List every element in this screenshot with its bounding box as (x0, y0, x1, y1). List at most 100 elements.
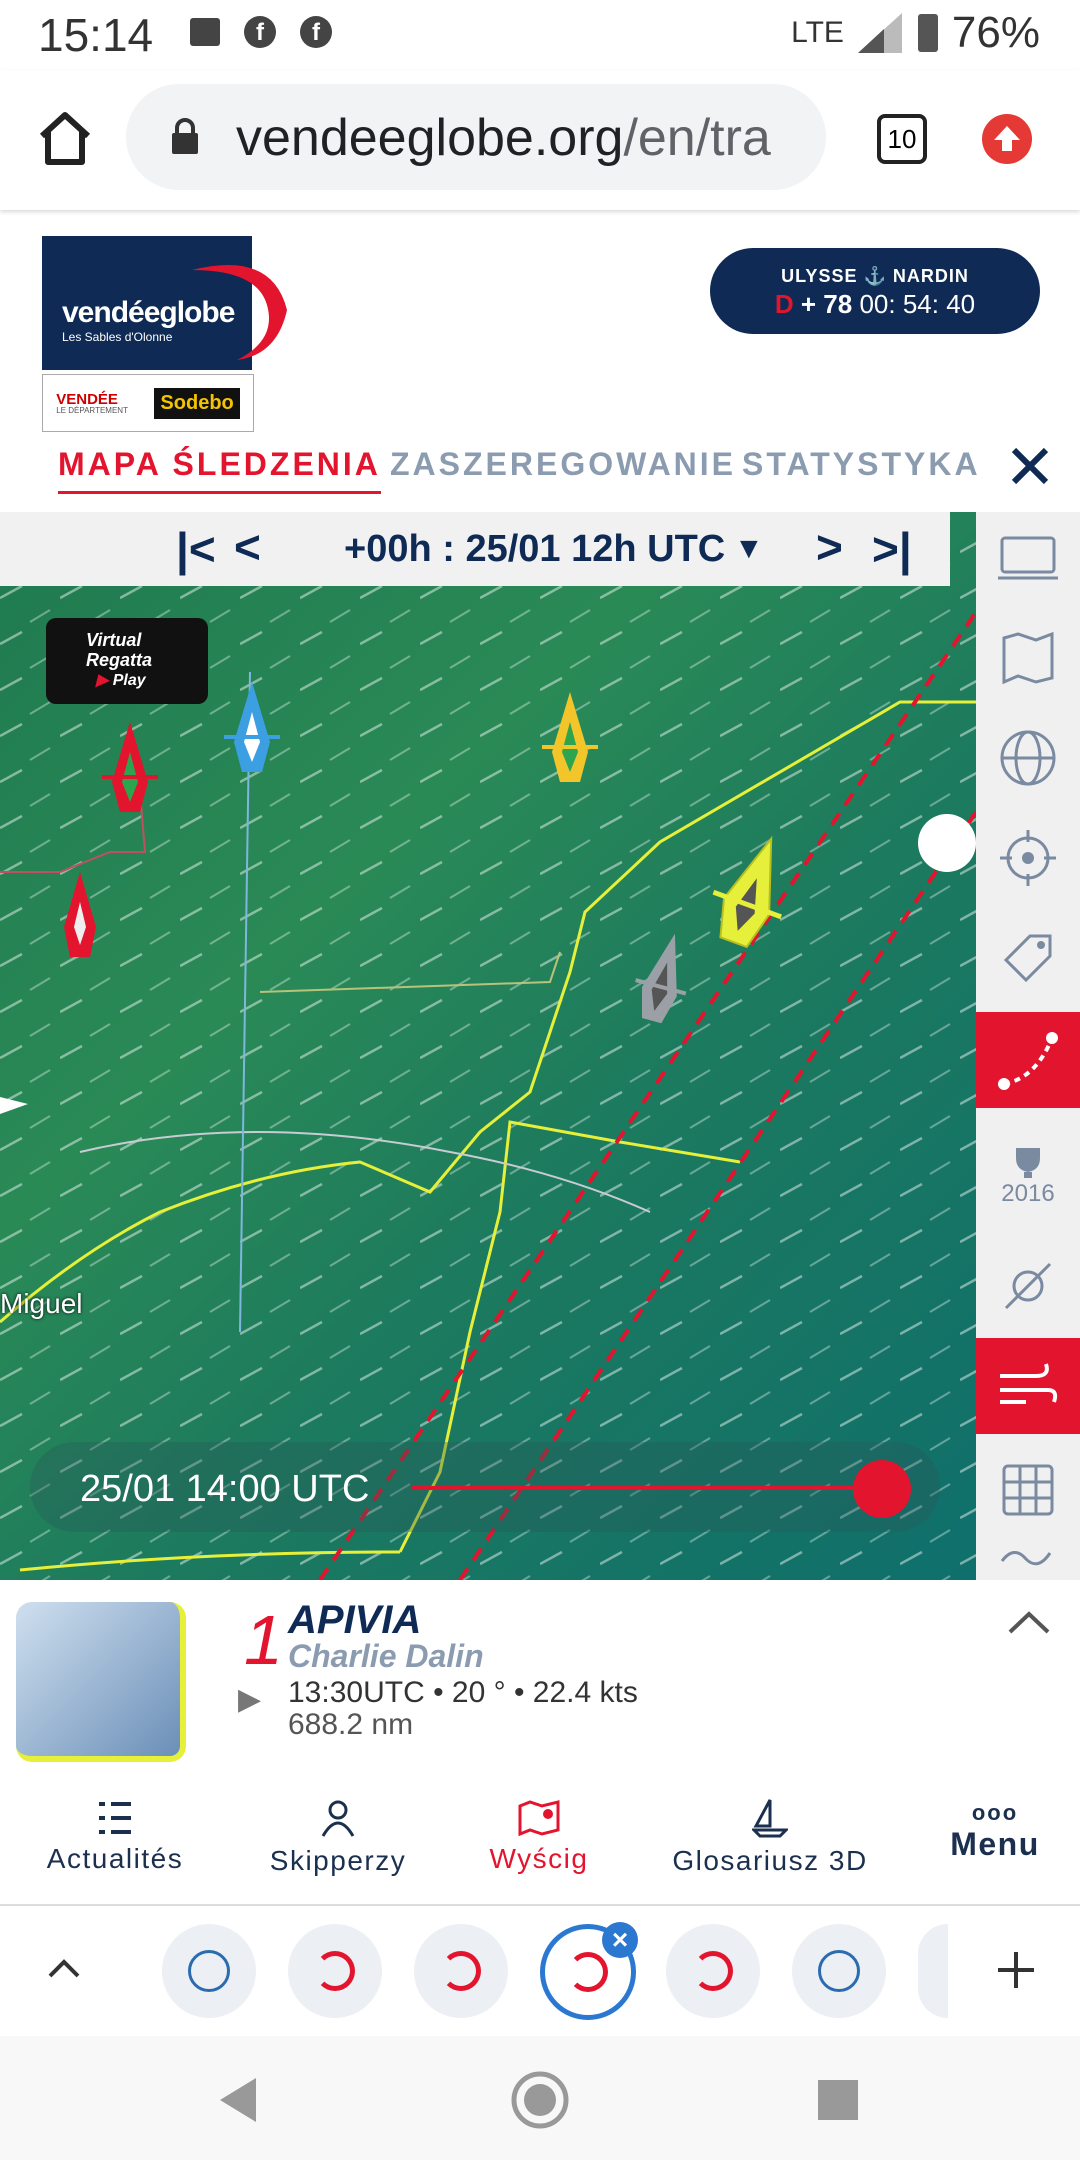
skipper-avatar (16, 1602, 186, 1762)
tab-switcher-button[interactable]: 10 (877, 114, 927, 164)
tag-icon[interactable] (976, 912, 1080, 1004)
favorite-boat-button[interactable] (162, 1924, 256, 2018)
nav-skippers[interactable]: Skipperzy (250, 1770, 426, 1904)
countdown-brand-right: NARDIN (892, 266, 969, 286)
vr-line1: Virtual (86, 630, 142, 650)
url-path: /en/tra (623, 109, 771, 167)
dots-icon: ooo (971, 1800, 1019, 1825)
chevron-up-icon[interactable] (1006, 1608, 1052, 1636)
time-slider-handle[interactable] (853, 1460, 911, 1518)
sponsor-vendee-sub: LE DÉPARTEMENT (56, 405, 128, 415)
close-icon[interactable] (1010, 446, 1050, 486)
sailboat-icon (188, 1950, 230, 1992)
time-slider-track[interactable] (412, 1486, 882, 1490)
signal-icon (857, 13, 902, 53)
sun-off-icon[interactable] (976, 1240, 1080, 1332)
favorite-boat-button[interactable] (288, 1924, 382, 2018)
bottom-navigation: Actualités Skipperzy Wyścig Glosariusz 3… (0, 1770, 1080, 1906)
logo-swoosh-icon (192, 265, 287, 360)
map-icon[interactable] (976, 612, 1080, 704)
slider-time-label: 25/01 14:00 UTC (80, 1468, 370, 1510)
home-icon[interactable] (510, 2070, 570, 2130)
next-step-icon[interactable]: > (816, 520, 843, 574)
countdown-days: + 78 (800, 289, 853, 319)
nav-glossary-3d[interactable]: Glosariusz 3D (652, 1770, 888, 1904)
vr-line2: Regatta (86, 650, 153, 670)
tab-ranking[interactable]: ZASZEREGOWANIE (390, 446, 736, 483)
vr-play: Play (112, 672, 146, 689)
countdown-time: 00: 54: 40 (859, 289, 976, 319)
url-domain: vendeeglobe.org (236, 109, 624, 167)
waves-icon[interactable] (976, 1532, 1080, 1580)
first-step-icon[interactable]: |< (176, 522, 216, 576)
wind-icon[interactable] (976, 1338, 1080, 1434)
boat-stats: 13:30UTC • 20 ° • 22.4 kts (288, 1676, 638, 1709)
network-type: LTE (791, 16, 844, 49)
trophy-year: 2016 (1001, 1180, 1055, 1207)
plus-icon[interactable] (996, 1950, 1036, 1990)
nav-label: Actualités (46, 1843, 184, 1874)
countdown-badge: ULYSSE ⚓ NARDIN D + 78 00: 54: 40 (710, 248, 1040, 334)
target-icon[interactable] (976, 812, 1080, 904)
forecast-time-bar: |< < +00h : 25/01 12h UTC ▼ > >| (0, 512, 950, 586)
swoosh-icon (441, 1951, 481, 1991)
map-tools-sidebar: 2016 (976, 512, 1080, 1580)
sailboat-icon (750, 1799, 790, 1838)
battery-icon (917, 14, 938, 52)
list-icon (99, 1802, 131, 1834)
sponsor-banner: VENDÉE LE DÉPARTEMENT Sodebo (42, 374, 254, 432)
boat-distance: 688.2 nm (288, 1708, 414, 1741)
person-icon (321, 1800, 355, 1837)
home-icon[interactable] (36, 110, 94, 166)
previous-step-icon[interactable]: < (234, 520, 261, 574)
tab-label: ZASZEREGOWANIE (390, 446, 737, 482)
nav-race[interactable]: Wyścig (466, 1770, 612, 1904)
chevron-down-icon[interactable]: ▼ (734, 532, 764, 566)
tracking-map[interactable]: Virtual Regatta ▶ Play Miguel 25/01 14:0… (0, 512, 976, 1580)
nav-label: Skipperzy (269, 1845, 407, 1876)
last-step-icon[interactable]: >| (872, 522, 912, 576)
nav-label: Wyścig (489, 1843, 589, 1874)
logo-subtitle: Les Sables d'Olonne (62, 330, 173, 344)
forecast-time-label[interactable]: +00h : 25/01 12h UTC (344, 528, 725, 571)
chevron-up-icon[interactable] (46, 1956, 82, 1980)
anchor-icon: ⚓ (857, 266, 893, 286)
facebook-notification-icon: f (244, 16, 276, 48)
virtual-regatta-badge[interactable]: Virtual Regatta ▶ Play (46, 618, 208, 704)
status-time: 15:14 (38, 9, 154, 61)
nav-news[interactable]: Actualités (20, 1770, 210, 1904)
swoosh-icon (315, 1951, 355, 1991)
fullscreen-icon[interactable] (976, 512, 1080, 604)
browser-toolbar: vendeeglobe.org/en/tra 10 (0, 70, 1080, 210)
swoosh-icon (693, 1951, 733, 1991)
favorite-boat-button[interactable] (414, 1924, 508, 2018)
globe-icon[interactable] (976, 712, 1080, 804)
trophy-icon[interactable]: 2016 (976, 1122, 1080, 1232)
favorite-boat-button[interactable] (666, 1924, 760, 2018)
update-icon[interactable] (982, 114, 1032, 164)
route-icon[interactable] (976, 1012, 1080, 1108)
tab-count: 10 (887, 124, 917, 154)
tab-tracking-map[interactable]: MAPA ŚLEDZENIA (58, 446, 381, 494)
remove-favorite-icon[interactable]: × (602, 1922, 638, 1958)
play-icon[interactable]: ▶ (238, 1682, 261, 1717)
tab-statistics[interactable]: STATYSTYKA (742, 446, 981, 483)
tab-label: MAPA ŚLEDZENIA (58, 446, 381, 482)
play-icon: ▶ (96, 672, 113, 689)
nav-label: Glosariusz 3D (672, 1845, 868, 1876)
grid-icon[interactable] (976, 1444, 1080, 1536)
url-bar[interactable]: vendeeglobe.org/en/tra (126, 84, 826, 190)
skipper-card[interactable]: 1 APIVIA Charlie Dalin ▶ 13:30UTC • 20 °… (0, 1580, 1080, 1770)
image-notification-icon (190, 18, 220, 46)
tab-label: STATYSTYKA (742, 446, 981, 482)
favorite-boat-button[interactable] (918, 1924, 948, 2018)
map-drawer-handle[interactable] (918, 814, 976, 872)
nav-menu[interactable]: ooo Menu (930, 1770, 1060, 1904)
vendee-globe-logo[interactable]: vendéeglobe Les Sables d'Olonne (42, 236, 287, 370)
recents-icon[interactable] (818, 2080, 858, 2120)
back-icon[interactable] (216, 2076, 260, 2124)
system-navigation-bar (0, 2036, 1080, 2160)
countdown-d: D (774, 289, 794, 319)
favorite-boat-button[interactable] (792, 1924, 886, 2018)
status-bar: 15:14 f f LTE 76% (0, 0, 1080, 70)
